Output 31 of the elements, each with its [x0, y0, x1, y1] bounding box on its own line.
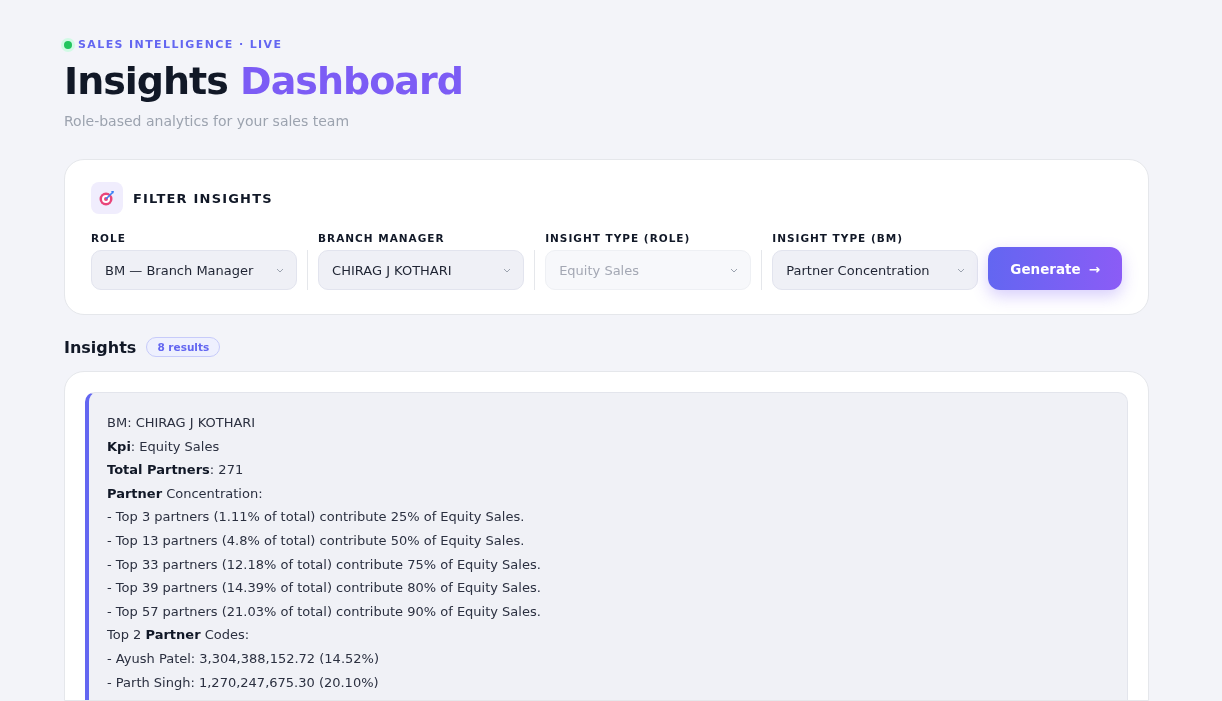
insight-line: Kpi: Equity Sales [107, 437, 221, 456]
dropdown-select[interactable]: CHIRAG J KOTHARI [318, 250, 525, 290]
filter-label: INSIGHT TYPE (BM) [772, 232, 904, 244]
insight-line: - Top 33 partners (12.18% of total) contribute 75% of Equity Sales. [107, 555, 542, 574]
filter-label: BRANCH MANAGER [318, 232, 446, 244]
insight-line: Top 2 Partner Codes: [107, 626, 251, 645]
chevron-down-icon [503, 267, 512, 273]
dropdown-select[interactable]: BM — Branch Manager [91, 250, 298, 290]
insight-line: - Top 57 partners (21.03% of total) contribute 90% of Equity Sales. [107, 602, 542, 621]
chevron-down-icon [957, 267, 966, 273]
insight-line: - Top 39 partners (14.39% of total) contribute 80% of Equity Sales. [107, 579, 542, 598]
eyebrow-text: SALES INTELLIGENCE · LIVE [78, 38, 283, 51]
chevron-down-icon [276, 267, 285, 273]
insight-line: Total Partners: 271 [107, 461, 245, 480]
page-title: Insights Dashboard [64, 58, 464, 105]
filter-label: ROLE [91, 232, 127, 244]
insight-line: - Ayush Patel: 3,304,388,152.72 (14.52%) [107, 649, 380, 668]
insight-line: - Top 3 partners (1.11% of total) contribute 25% of Equity Sales. [107, 508, 526, 527]
generate-button[interactable]: Generate → [988, 247, 1122, 290]
page-subtitle: Role-based analytics for your sales team [64, 113, 351, 129]
results-count: 8 results [146, 337, 221, 357]
filter-label: INSIGHT TYPE (ROLE) [545, 232, 692, 244]
target-icon [91, 182, 123, 214]
insight-line: - Top 13 partners (4.8% of total) contribute 50% of Equity Sales. [107, 531, 526, 550]
insight-line: - Parth Singh: 1,270,247,675.30 (20.10%) [107, 673, 380, 692]
insight-line: Partner Concentration: [107, 484, 264, 503]
dropdown-select[interactable]: Partner Concentration [772, 250, 979, 290]
panel-title: FILTER INSIGHTS [133, 190, 273, 206]
insight-line: BM: CHIRAG J KOTHARI [107, 414, 257, 432]
chevron-down-icon [730, 267, 739, 273]
section-title: Insights [64, 337, 137, 357]
